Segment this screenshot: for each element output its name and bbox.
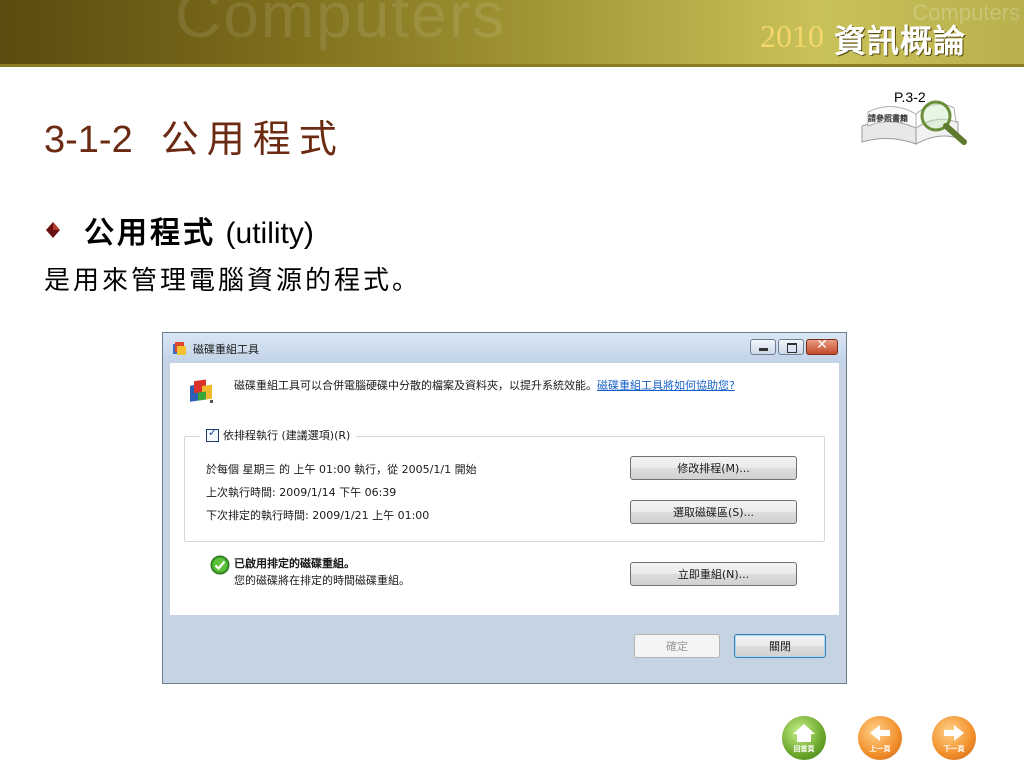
success-check-icon — [210, 555, 230, 575]
defrag-dialog: 磁碟重組工具 ✕ 磁碟重組工具可以合併電腦硬碟中分散的檔案及資料夾，以提升系統效… — [162, 332, 847, 684]
home-nav-button[interactable]: 回首頁 — [782, 716, 826, 760]
close-icon: ✕ — [816, 337, 828, 353]
header-banner: Computers Computers 2010 資訊概論 — [0, 0, 1024, 67]
schedule-checkbox[interactable]: ✓ — [206, 425, 219, 442]
intro-description: 磁碟重組工具可以合併電腦硬碟中分散的檔案及資料夾，以提升系統效能。 — [234, 379, 597, 392]
next-run-text: 下次排定的執行時間: 2009/1/21 上午 01:00 — [206, 509, 430, 522]
select-volumes-button[interactable]: 選取磁碟區(S)... — [630, 500, 797, 524]
banner-year: 2010 — [760, 18, 824, 54]
bullet-item: 公用程式 (utility) — [44, 208, 314, 252]
section-number: 3-1-2 — [44, 119, 133, 161]
defrag-now-button[interactable]: 立即重組(N)... — [630, 562, 797, 586]
home-nav-label: 回首頁 — [793, 745, 815, 753]
ok-button[interactable]: 確定 — [634, 634, 720, 658]
page-reference: P.3-2 請參照書籍 — [858, 86, 978, 152]
schedule-description: 於每個 星期三 的 上午 01:00 執行，從 2005/1/1 開始 — [206, 463, 477, 476]
maximize-button[interactable] — [778, 339, 804, 355]
page-reference-label: P.3-2 — [894, 89, 926, 105]
minimize-button[interactable] — [750, 339, 776, 355]
dialog-title: 磁碟重組工具 — [193, 343, 259, 356]
maximize-icon — [787, 343, 797, 353]
defrag-blocks-icon — [190, 379, 213, 403]
banner-watermark: Computers — [175, 0, 506, 51]
dialog-content: 磁碟重組工具可以合併電腦硬碟中分散的檔案及資料夾，以提升系統效能。磁碟重組工具將… — [170, 363, 839, 615]
dialog-titlebar[interactable]: 磁碟重組工具 ✕ — [163, 333, 846, 363]
page-reference-note: 請參照書籍 — [868, 114, 908, 123]
bullet-term: 公用程式 — [84, 216, 216, 251]
previous-page-label: 上一頁 — [869, 745, 891, 753]
schedule-checkbox-row[interactable]: ✓ 依排程執行 (建議選項)(R) — [200, 425, 357, 443]
minimize-icon — [759, 348, 768, 351]
help-link[interactable]: 磁碟重組工具將如何協助您? — [597, 379, 735, 392]
section-title: 公用程式 — [160, 117, 345, 161]
last-run-text: 上次執行時間: 2009/1/14 下午 06:39 — [206, 486, 397, 499]
previous-page-button[interactable]: 上一頁 — [858, 716, 902, 760]
check-icon: ✓ — [208, 425, 218, 439]
diamond-bullet-icon — [46, 222, 60, 238]
next-page-label: 下一頁 — [943, 745, 965, 753]
modify-schedule-button[interactable]: 修改排程(M)... — [630, 456, 797, 480]
schedule-checkbox-label: 依排程執行 (建議選項)(R) — [223, 429, 351, 442]
close-button[interactable]: 關閉 — [734, 634, 826, 658]
bullet-term-english: (utility) — [225, 217, 314, 250]
status-title: 已啟用排定的磁碟重組。 — [234, 557, 355, 570]
close-window-button[interactable]: ✕ — [806, 337, 838, 355]
intro-text: 磁碟重組工具可以合併電腦硬碟中分散的檔案及資料夾，以提升系統效能。磁碟重組工具將… — [234, 377, 735, 393]
defrag-app-icon — [173, 342, 186, 355]
slide-title: 3-1-2 公用程式 — [44, 108, 345, 163]
banner-course-title: 資訊概論 — [834, 22, 967, 60]
bullet-description: 是用來管理電腦資源的程式。 — [44, 266, 422, 296]
next-page-button[interactable]: 下一頁 — [932, 716, 976, 760]
status-subtitle: 您的磁碟將在排定的時間磁碟重組。 — [234, 574, 410, 587]
